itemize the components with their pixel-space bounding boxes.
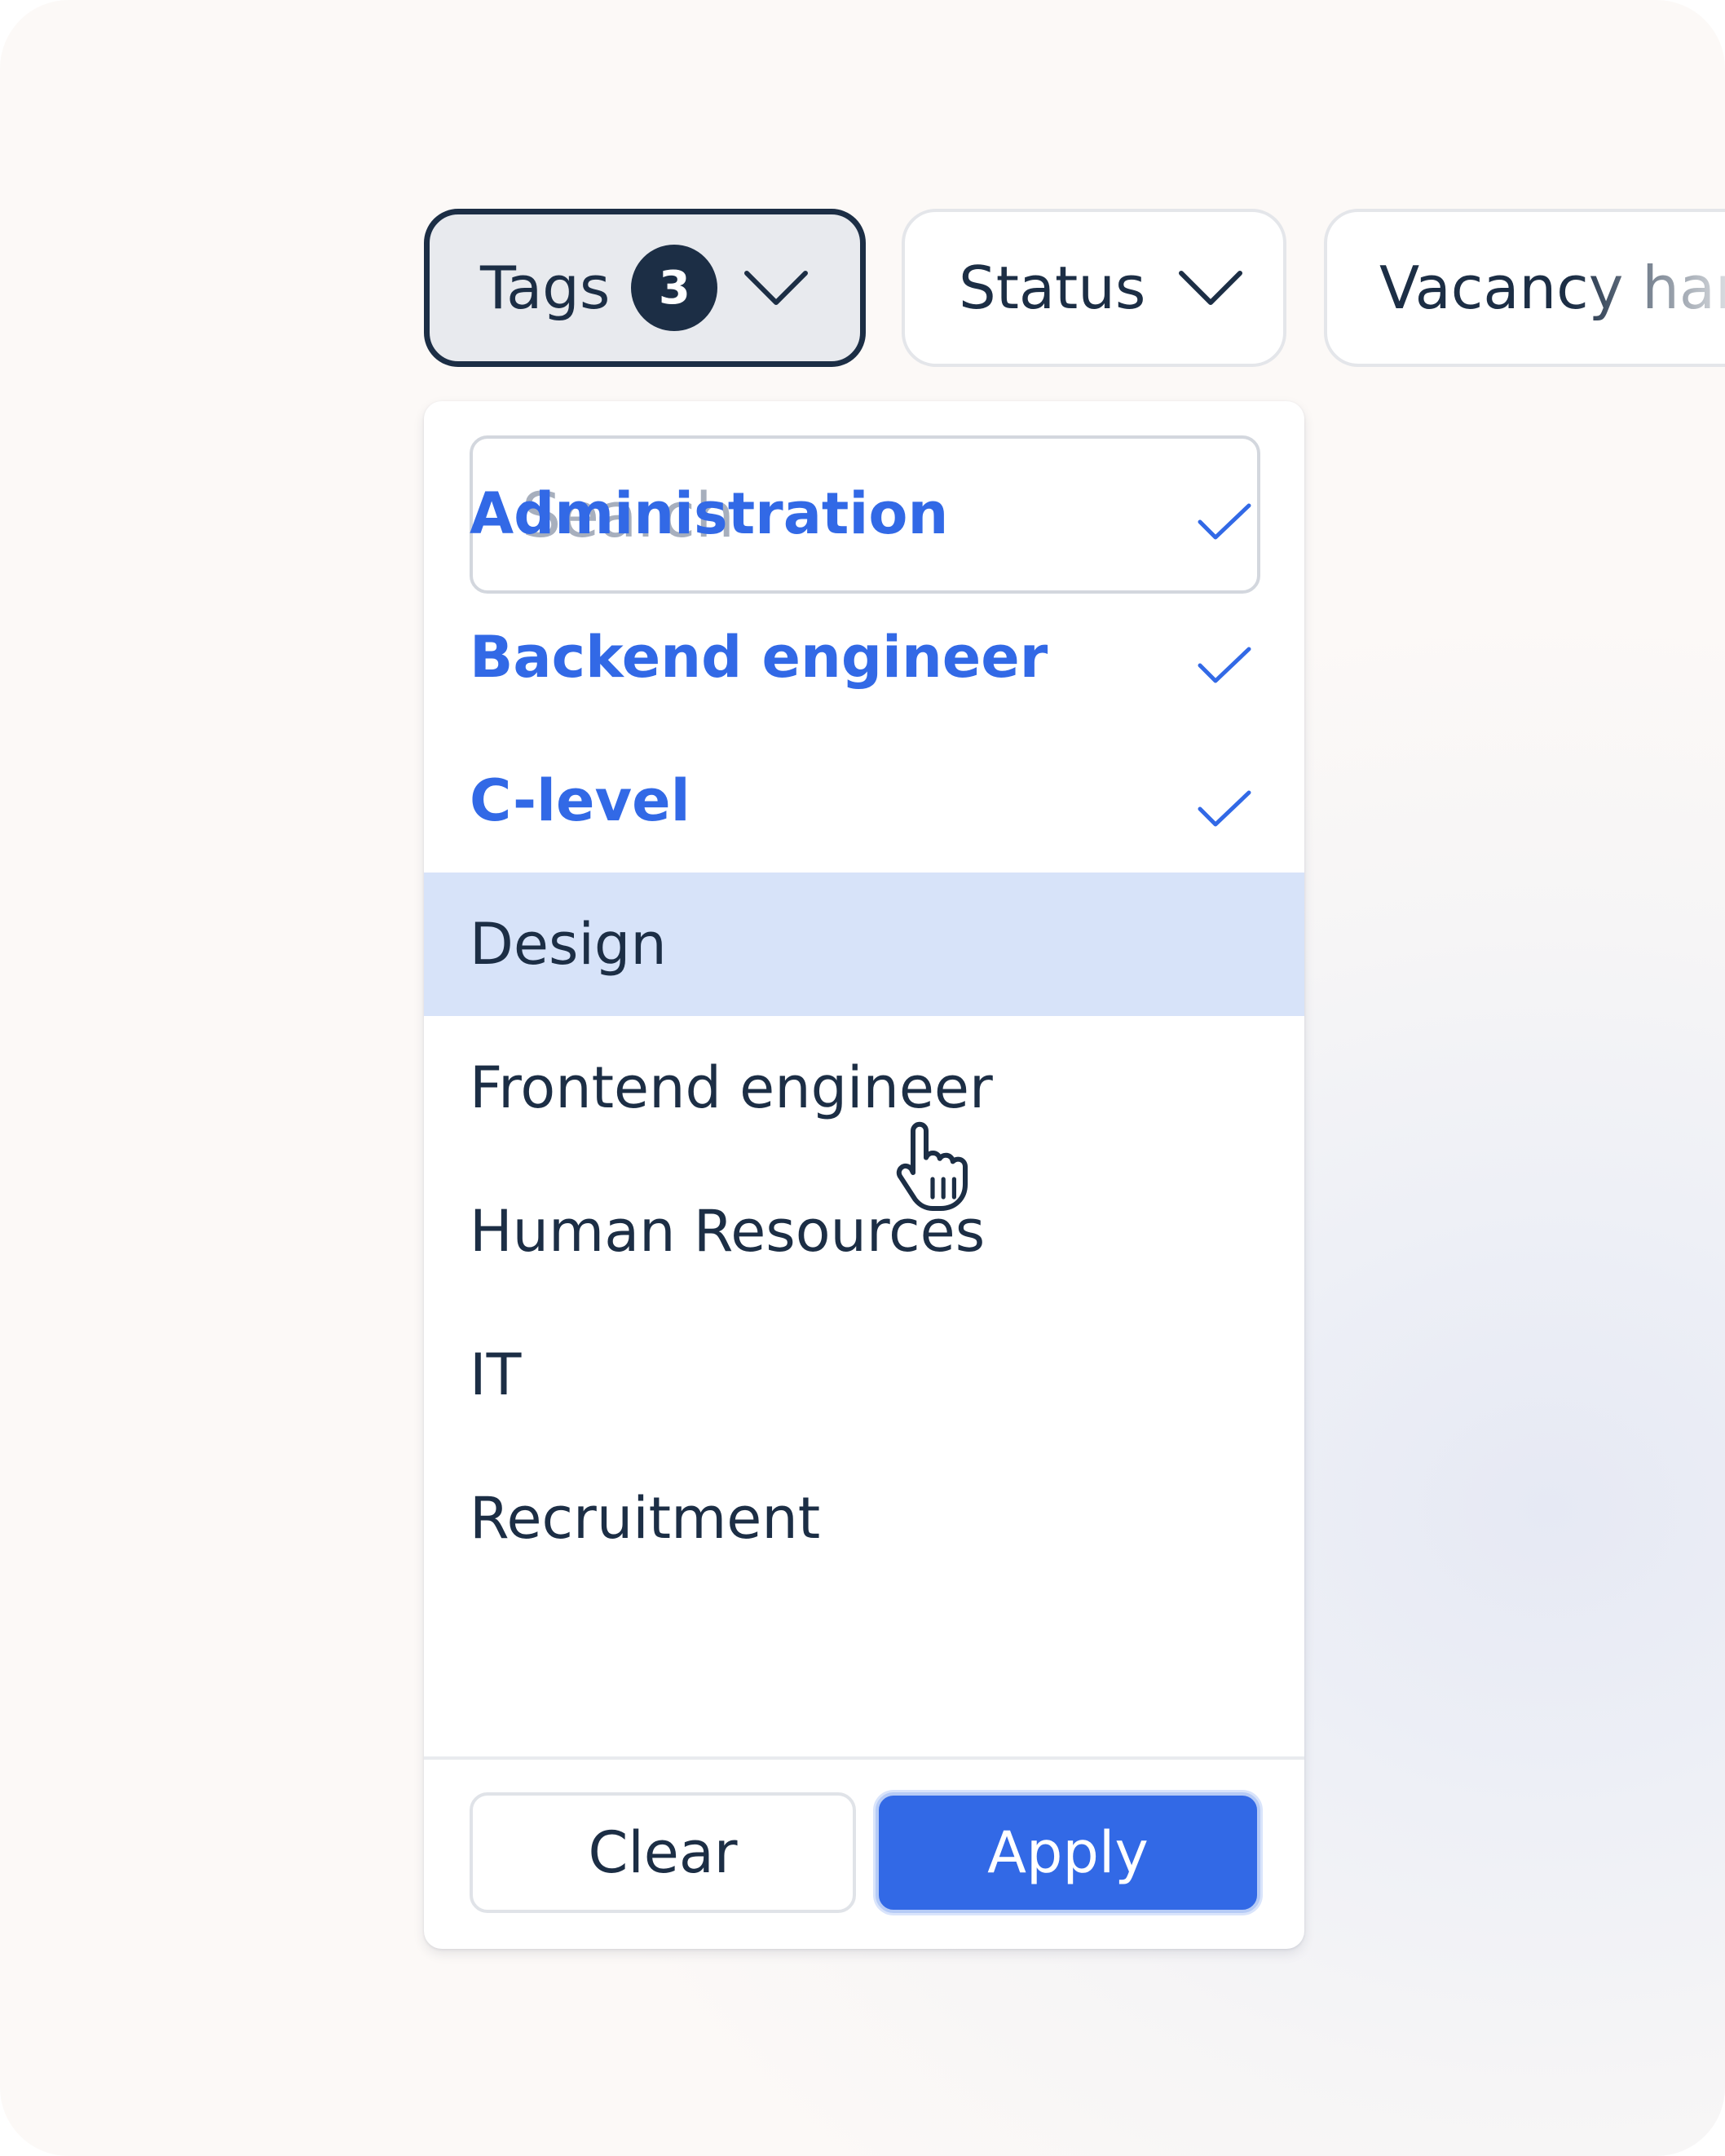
status-filter-label: Status bbox=[959, 254, 1146, 322]
tags-filter-label: Tags bbox=[480, 254, 611, 322]
tag-option-label: C-level bbox=[470, 767, 690, 834]
tag-option-label: Administration bbox=[470, 480, 949, 547]
check-icon bbox=[1197, 489, 1252, 556]
tag-option-label: Recruitment bbox=[470, 1485, 821, 1552]
tag-option-label: IT bbox=[470, 1341, 522, 1408]
tag-option-label: Design bbox=[470, 911, 667, 978]
tag-option[interactable]: Human Resources bbox=[424, 1160, 1304, 1303]
apply-button[interactable]: Apply bbox=[876, 1792, 1260, 1913]
clear-button[interactable]: Clear bbox=[470, 1792, 856, 1913]
tag-option[interactable]: Backend engineer bbox=[424, 585, 1304, 729]
check-icon bbox=[1197, 633, 1252, 700]
chevron-down-icon bbox=[1178, 269, 1243, 307]
tag-option[interactable]: IT bbox=[424, 1303, 1304, 1447]
vacancy-filter-label: Vacancy han bbox=[1379, 254, 1725, 322]
status-filter-button[interactable]: Status bbox=[902, 209, 1286, 367]
chevron-down-icon bbox=[743, 269, 809, 307]
hand-pointer-cursor-icon bbox=[890, 1117, 982, 1218]
app-canvas: Tags 3 Status Vacancy han Administration… bbox=[0, 0, 1725, 2156]
tag-option-label: Backend engineer bbox=[470, 624, 1048, 691]
check-icon bbox=[1197, 776, 1252, 843]
footer-divider bbox=[424, 1756, 1304, 1760]
tag-option[interactable]: C-level bbox=[424, 729, 1304, 873]
tags-dropdown-panel: Administration Backend engineer C-level Des… bbox=[424, 401, 1304, 1949]
vacancy-filter-button[interactable]: Vacancy han bbox=[1324, 209, 1725, 367]
tags-filter-button[interactable]: Tags 3 bbox=[424, 209, 866, 367]
tag-option[interactable]: Administration bbox=[424, 442, 1304, 585]
tag-option[interactable]: Frontend engineer bbox=[424, 1016, 1304, 1160]
tags-count-badge: 3 bbox=[631, 245, 718, 331]
tag-option-label: Frontend engineer bbox=[470, 1054, 993, 1121]
tag-option[interactable]: Recruitment bbox=[424, 1447, 1304, 1590]
tag-option[interactable]: Design bbox=[424, 873, 1304, 1016]
